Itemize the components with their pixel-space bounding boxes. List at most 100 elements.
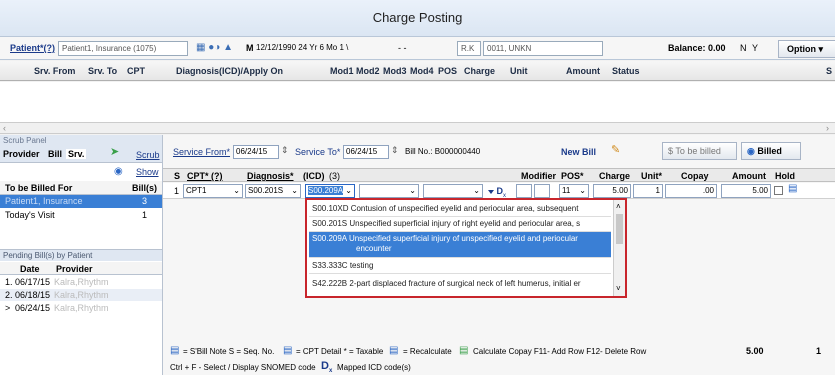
dob-info: 12/12/1990 24 Yr 6 Mo 1 \: [256, 43, 349, 52]
col-pos[interactable]: POS: [438, 66, 457, 76]
billed-button[interactable]: ◉ Billed: [741, 142, 801, 160]
provider-code-field[interactable]: R.K: [457, 41, 481, 56]
list-item[interactable]: Patient1, Insurance 3: [0, 195, 162, 208]
patient-label[interactable]: Patient*(?): [10, 43, 55, 53]
list-item[interactable]: S33.333C testing: [309, 259, 611, 274]
toolbar-icons[interactable]: ▦ ●◑ ▲: [196, 42, 233, 53]
col-status[interactable]: Status: [612, 66, 640, 76]
new-bill-link[interactable]: New Bill: [561, 147, 596, 157]
new-bill-icon[interactable]: ✎: [611, 143, 620, 156]
grid-col-3: (3): [329, 171, 340, 181]
n-flag[interactable]: N: [740, 43, 747, 53]
patient-field[interactable]: Patient1, Insurance (1075): [58, 41, 188, 56]
grid-col-amount: Amount: [732, 171, 766, 181]
col-srv-to[interactable]: Srv. To: [88, 66, 117, 76]
to-be-billed-label: To be billed: [675, 146, 721, 156]
scrub-icon[interactable]: ➤: [110, 145, 119, 158]
pos-field[interactable]: 11 ⌄: [559, 184, 589, 198]
table-row[interactable]: > 06/24/15 Kalra,Rhythm: [0, 302, 162, 314]
copay-field[interactable]: .00: [665, 184, 717, 198]
scroll-down-icon[interactable]: ˅: [616, 284, 621, 293]
diagnosis-value-1: S00.201S: [248, 186, 284, 195]
col-charge[interactable]: Charge: [464, 66, 495, 76]
diagnosis-field-1[interactable]: S00.201S ⌄: [245, 184, 301, 198]
chevron-down-icon[interactable]: ⌄: [473, 185, 480, 197]
col-mod3[interactable]: Mod3: [383, 66, 407, 76]
option-button[interactable]: Option ▾: [778, 40, 835, 58]
patient-bar: Patient*(?) Patient1, Insurance (1075) ▦…: [0, 36, 835, 60]
scroll-thumb[interactable]: [616, 214, 623, 244]
modifier-field-2[interactable]: [534, 184, 550, 198]
service-to-field[interactable]: 06/24/15: [343, 145, 389, 159]
chevron-down-icon[interactable]: ⌄: [579, 185, 586, 197]
show-link[interactable]: Show: [136, 167, 159, 177]
chevron-down-icon[interactable]: ⌄: [409, 185, 416, 197]
col-srv-from[interactable]: Srv. From: [34, 66, 75, 76]
table-row[interactable]: 1 CPT1 ⌄ S00.201S ⌄ S00.209A ⌄ ⌄ ⌄ Dx 11 ⌄ 5…: [163, 183, 835, 199]
date-spinner-icon[interactable]: ⇕: [281, 145, 289, 156]
grid-header: S CPT* (?) Diagnosis* (ICD) (3) Modifier…: [163, 168, 835, 182]
mapped-icd-icon[interactable]: Dx: [488, 186, 506, 199]
location-field[interactable]: 0011, UNKN: [483, 41, 603, 56]
dropdown-scrollbar[interactable]: ˄ ˅: [613, 200, 625, 296]
tab-provider[interactable]: Provider: [3, 149, 40, 159]
y-flag[interactable]: Y: [752, 43, 758, 53]
m-badge: M: [246, 43, 254, 53]
col-diagnosis[interactable]: Diagnosis(ICD)/Apply On: [176, 66, 283, 76]
unit-field[interactable]: 1: [633, 184, 663, 198]
col-mod2[interactable]: Mod2: [356, 66, 380, 76]
list-item[interactable]: S00.201S Unspecified superficial injury …: [309, 217, 611, 232]
col-unit[interactable]: Unit: [510, 66, 528, 76]
cpt-detail-icon[interactable]: ▤: [788, 183, 797, 194]
tab-srv[interactable]: Srv.: [66, 149, 87, 159]
col-mod4[interactable]: Mod4: [410, 66, 434, 76]
col-s[interactable]: S: [826, 66, 832, 76]
list-item[interactable]: S00.10XD Contusion of unspecified eyelid…: [309, 202, 611, 217]
charge-field[interactable]: 5.00: [593, 184, 631, 198]
to-be-billed-button[interactable]: $ To be billed: [662, 142, 737, 160]
list-item-selected[interactable]: S00.209A Unspecified superficial injury …: [309, 232, 611, 258]
grid-col-copay: Copay: [681, 171, 709, 181]
cpt-value: CPT1: [186, 186, 207, 195]
row-index: 1.: [5, 277, 13, 287]
diagnosis-field-3[interactable]: ⌄: [359, 184, 419, 198]
amount-field[interactable]: 5.00: [721, 184, 771, 198]
scroll-left-icon[interactable]: ‹: [3, 123, 6, 133]
modifier-field-1[interactable]: [516, 184, 532, 198]
icd-code: S42.222B: [312, 279, 348, 288]
scrub-link[interactable]: Scrub: [136, 150, 160, 160]
service-from-field[interactable]: 06/24/15: [233, 145, 279, 159]
scroll-right-icon[interactable]: ›: [826, 123, 829, 133]
table-row[interactable]: 2. 06/18/15 Kalra,Rhythm: [0, 289, 162, 301]
list-item[interactable]: S42.222B 2-part displaced fracture of su…: [309, 277, 611, 291]
list-item[interactable]: Today's Visit 1: [0, 209, 162, 222]
service-from-label[interactable]: Service From*: [173, 147, 230, 157]
date-spinner-icon[interactable]: ⇕: [391, 145, 399, 156]
grid-col-modifier: Modifier: [521, 171, 556, 181]
legend-bill-note: = S'Bill Note S = Seq. No.: [183, 347, 275, 356]
footer-total: 5.00: [746, 346, 764, 356]
chevron-down-icon[interactable]: ⌄: [345, 185, 352, 197]
grid-col-diagnosis[interactable]: Diagnosis*: [247, 171, 294, 181]
diagnosis-field-4[interactable]: ⌄: [423, 184, 483, 198]
show-eye-icon[interactable]: ◉: [114, 166, 123, 177]
scroll-up-icon[interactable]: ˄: [616, 202, 621, 211]
hold-checkbox[interactable]: [774, 186, 783, 195]
chevron-down-icon[interactable]: ⌄: [291, 185, 298, 197]
horizontal-scrollbar[interactable]: ‹ ›: [0, 122, 835, 134]
col-amount[interactable]: Amount: [566, 66, 600, 76]
grid-col-cpt[interactable]: CPT* (?): [187, 171, 223, 181]
col-mod1[interactable]: Mod1: [330, 66, 354, 76]
diagnosis-field-2[interactable]: S00.209A ⌄: [305, 184, 355, 198]
chevron-down-icon[interactable]: ⌄: [233, 185, 240, 197]
icd-dropdown-list[interactable]: S00.10XD Contusion of unspecified eyelid…: [305, 198, 627, 298]
icd-code: S00.209A: [312, 234, 347, 243]
col-cpt[interactable]: CPT: [127, 66, 145, 76]
row-date: 06/17/15: [15, 277, 51, 287]
icd-desc: testing: [349, 261, 374, 270]
cpt-field[interactable]: CPT1 ⌄: [183, 184, 243, 198]
tab-bill[interactable]: Bill: [48, 149, 62, 159]
billed-label: Billed: [757, 146, 782, 156]
billed-for-name: Today's Visit: [5, 210, 55, 220]
table-row[interactable]: 1. 06/17/15 Kalra,Rhythm: [0, 276, 162, 288]
